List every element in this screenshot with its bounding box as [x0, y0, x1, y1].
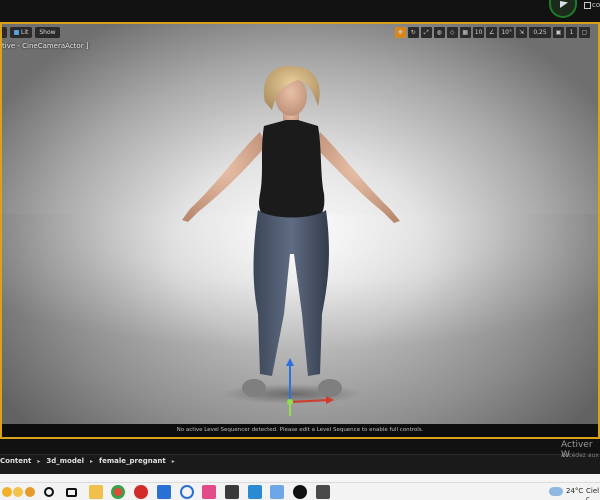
black-top: [259, 120, 325, 229]
window-icon[interactable]: [584, 2, 591, 9]
grid-snap-icon[interactable]: ▦: [459, 27, 471, 38]
chrome-icon[interactable]: [111, 485, 125, 499]
viewport-pilot-label: tive - CineCameraActor ]: [2, 42, 89, 50]
right-arm: [314, 132, 400, 223]
emoji-icon[interactable]: [2, 487, 12, 497]
app-icon[interactable]: [225, 485, 239, 499]
file-explorer-icon[interactable]: [89, 485, 103, 499]
scale-snap-icon[interactable]: ⇲: [516, 27, 527, 38]
chevron-right-icon: ▸: [37, 457, 41, 465]
title-strip: co: [0, 0, 600, 22]
recording-indicator[interactable]: [549, 0, 577, 18]
character-model[interactable]: [2, 24, 598, 424]
rotation-snap-icon[interactable]: ∠: [486, 27, 498, 38]
lit-button[interactable]: Lit: [10, 27, 33, 38]
app-icon[interactable]: [248, 485, 262, 499]
flag-icon: [560, 1, 568, 8]
activation-watermark-subtitle: Accédez aux: [561, 452, 599, 459]
breadcrumb-female-pregnant[interactable]: female_pregnant: [99, 457, 166, 465]
select-mode-icon[interactable]: ✥: [394, 27, 406, 38]
viewport-toolbar-right: ✥ ↻ ⤢ ◍ ◇ ▦ 10 ∠ 10° ⇲ 0,25 ▣ 1 ▢: [394, 27, 590, 38]
chevron-right-icon[interactable]: ▸: [172, 458, 175, 465]
task-view-icon[interactable]: [66, 488, 77, 497]
separator-band: [0, 474, 600, 482]
rotation-snap-value[interactable]: 10°: [499, 27, 514, 38]
search-icon[interactable]: [44, 487, 54, 497]
camera-speed-value[interactable]: 1: [566, 27, 577, 38]
unreal-engine-icon[interactable]: [293, 485, 307, 499]
scale-icon[interactable]: ⤢: [420, 27, 432, 38]
jeans: [253, 210, 329, 376]
level-viewport[interactable]: Lit Show ✥ ↻ ⤢ ◍ ◇ ▦ 10 ∠ 10° ⇲ 0,25 ▣ 1…: [0, 22, 600, 439]
c-app-icon[interactable]: [180, 485, 194, 499]
weather-icon[interactable]: [549, 487, 563, 496]
viewport-options-button[interactable]: [2, 27, 7, 38]
app-icon[interactable]: [157, 485, 171, 499]
taskbar: 24°C Ciel c: [0, 482, 600, 500]
scale-snap-value[interactable]: 0,25: [529, 27, 551, 38]
app-icon[interactable]: [270, 485, 284, 499]
weather-temperature[interactable]: 24°C: [566, 487, 583, 495]
emoji-icon[interactable]: [25, 487, 35, 497]
camera-speed-icon[interactable]: ▣: [553, 27, 564, 38]
view-mode-icon: [14, 30, 19, 35]
breadcrumb: Content ▸ 3d_model ▸ female_pregnant ▸: [0, 457, 175, 465]
corner-label: co: [592, 1, 600, 9]
maximize-icon[interactable]: ▢: [579, 27, 590, 38]
left-arm: [182, 132, 266, 222]
weather-condition[interactable]: Ciel c: [586, 487, 600, 500]
left-shoe: [242, 379, 266, 397]
content-browser-toolbar: [0, 439, 600, 455]
surface-snap-icon[interactable]: ◇: [446, 27, 458, 38]
rotate-icon[interactable]: ↻: [407, 27, 419, 38]
breadcrumb-content[interactable]: Content: [0, 457, 31, 465]
show-button[interactable]: Show: [35, 27, 60, 38]
right-shoe: [318, 379, 342, 397]
opera-icon[interactable]: [134, 485, 148, 499]
editor-window: co Lit Show ✥ ↻ ⤢ ◍ ◇ ▦ 10 ∠ 10° ⇲ 0,25 …: [0, 0, 600, 500]
emoji-icon[interactable]: [13, 487, 23, 497]
breadcrumb-3d-model[interactable]: 3d_model: [46, 457, 84, 465]
app-icon[interactable]: [316, 485, 330, 499]
content-browser: Content ▸ 3d_model ▸ female_pregnant ▸: [0, 439, 600, 475]
app-grid-icon[interactable]: [202, 485, 216, 499]
viewport-toolbar-left: Lit Show: [2, 27, 60, 38]
world-icon[interactable]: ◍: [433, 27, 445, 38]
sequencer-status: No active Level Sequencer detected. Plea…: [2, 424, 598, 437]
chevron-right-icon: ▸: [90, 457, 94, 465]
grid-snap-value[interactable]: 10: [472, 27, 485, 38]
